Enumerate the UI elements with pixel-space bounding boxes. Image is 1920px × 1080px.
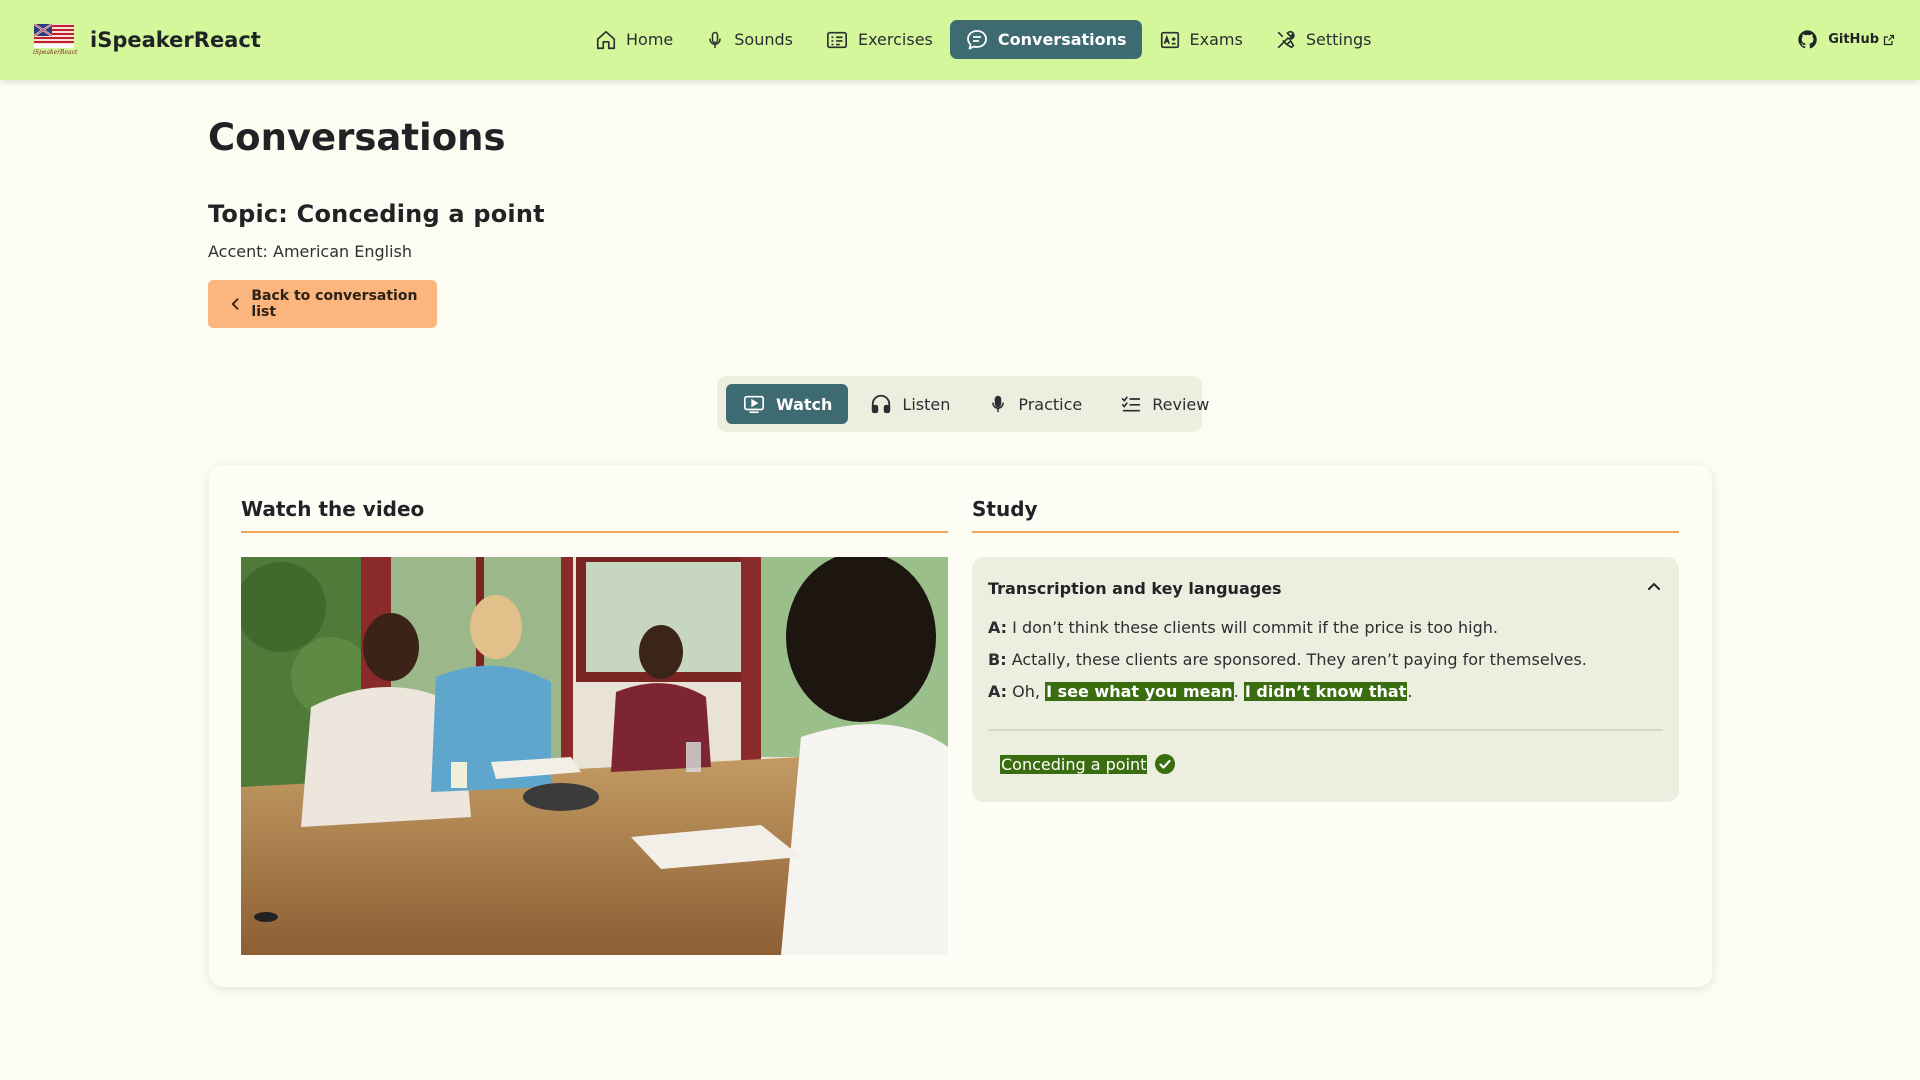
nav-home[interactable]: Home xyxy=(580,20,688,59)
key-phrase-highlight: I didn’t know that xyxy=(1243,682,1408,701)
nav-exams-label: Exams xyxy=(1189,30,1243,49)
accordion-header[interactable]: Transcription and key languages xyxy=(988,579,1282,598)
nav-exercises[interactable]: Exercises xyxy=(810,20,948,59)
main-nav: Home Sounds Exercises Conversations Exam… xyxy=(580,20,1388,59)
divider xyxy=(988,729,1663,731)
tab-watch[interactable]: Watch xyxy=(726,384,849,424)
mode-tabs: Watch Listen Practice Review xyxy=(717,376,1209,432)
external-link-icon xyxy=(1883,34,1895,45)
top-navbar: iSpeakerReact iSpeakerReact Home Sounds … xyxy=(0,0,1920,80)
microphone-icon xyxy=(992,395,1005,413)
key-phrase-label: Conceding a point xyxy=(1000,754,1148,774)
nav-sounds-label: Sounds xyxy=(734,30,793,49)
content-card: Watch the video Study Transcription and … xyxy=(209,465,1712,987)
nav-conversations[interactable]: Conversations xyxy=(949,20,1142,59)
brand[interactable]: iSpeakerReact iSpeakerReact xyxy=(33,24,261,56)
speaker-label: A: xyxy=(988,682,1008,701)
key-phrase-highlight: I see what you mean xyxy=(1045,682,1234,701)
speaker-label: A: xyxy=(988,618,1008,637)
line-text: Oh, xyxy=(1012,682,1040,701)
key-language-tag: Conceding a point xyxy=(1000,754,1176,774)
tab-listen-label: Listen xyxy=(902,394,951,414)
play-screen-icon xyxy=(744,395,764,414)
accent-label: Accent: American English xyxy=(208,242,412,261)
tab-practice[interactable]: Practice xyxy=(972,384,1098,424)
back-to-list-button[interactable]: Back to conversation list xyxy=(208,280,437,328)
line-punctuation: . xyxy=(1233,682,1239,701)
logo-caption: iSpeakerReact xyxy=(33,49,78,56)
line-text: I don’t think these clients will commit … xyxy=(1012,618,1499,637)
study-title-rule xyxy=(972,531,1679,533)
page-title: Conversations xyxy=(208,116,506,159)
tab-watch-label: Watch xyxy=(776,394,833,414)
home-icon xyxy=(596,30,616,49)
github-link[interactable]: GitHub xyxy=(1797,29,1895,50)
back-button-label: Back to conversation list xyxy=(251,288,418,320)
speaker-label: B: xyxy=(988,650,1007,669)
check-circle-icon xyxy=(1155,754,1176,774)
line-punctuation: . xyxy=(1407,682,1413,701)
tab-listen[interactable]: Listen xyxy=(854,384,966,424)
transcript-line: A: Oh, I see what you mean. I didn’t kno… xyxy=(988,682,1412,701)
chevron-up-icon[interactable] xyxy=(1647,581,1661,591)
exercises-icon xyxy=(826,31,847,48)
microphone-icon xyxy=(709,31,721,48)
transcription-accordion: Transcription and key languages A: I don… xyxy=(972,557,1679,802)
nav-settings[interactable]: Settings xyxy=(1260,20,1387,59)
tab-practice-label: Practice xyxy=(1018,394,1083,414)
flag-logo-icon: iSpeakerReact xyxy=(33,24,82,56)
chat-bubble-icon xyxy=(966,29,987,49)
headphones-icon xyxy=(872,394,891,414)
tools-icon xyxy=(1277,30,1295,48)
chevron-left-icon xyxy=(231,298,239,310)
nav-conversations-label: Conversations xyxy=(997,30,1127,49)
study-title: Study xyxy=(972,497,1038,521)
watch-title: Watch the video xyxy=(241,497,425,521)
nav-sounds[interactable]: Sounds xyxy=(690,20,808,59)
app-name: iSpeakerReact xyxy=(90,28,261,52)
video-frame-illustration xyxy=(241,557,948,955)
github-label: GitHub xyxy=(1828,32,1879,47)
tab-review[interactable]: Review xyxy=(1104,384,1225,424)
exam-icon xyxy=(1160,31,1179,48)
nav-exams[interactable]: Exams xyxy=(1144,20,1258,59)
tab-review-label: Review xyxy=(1152,394,1210,414)
watch-title-rule xyxy=(241,531,948,533)
github-icon xyxy=(1798,30,1817,49)
nav-exercises-label: Exercises xyxy=(857,30,933,49)
transcript-line: B: Actally, these clients are sponsored.… xyxy=(988,650,1587,669)
conversation-video[interactable] xyxy=(241,557,948,955)
transcript-line: A: I don’t think these clients will comm… xyxy=(988,618,1498,637)
checklist-icon xyxy=(1122,396,1141,412)
topic-title: Topic: Conceding a point xyxy=(208,200,545,228)
nav-home-label: Home xyxy=(626,30,674,49)
line-text: Actally, these clients are sponsored. Th… xyxy=(1011,650,1587,669)
nav-settings-label: Settings xyxy=(1305,30,1372,49)
